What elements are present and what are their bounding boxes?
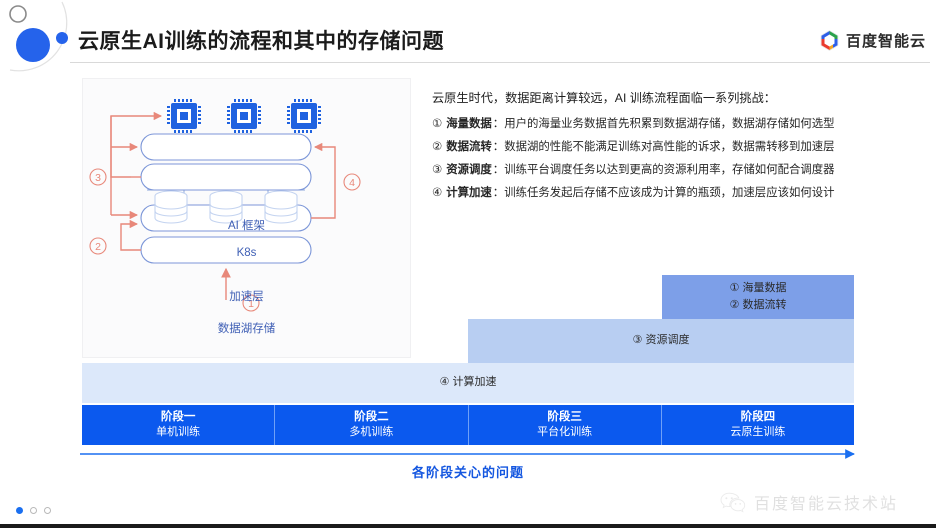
pager-dots[interactable] — [16, 507, 51, 514]
page-title: 云原生AI训练的流程和其中的存储问题 — [78, 25, 444, 55]
pager-dot-3[interactable] — [44, 507, 51, 514]
stage-name-3: 阶段三 — [547, 409, 582, 426]
stage-name-4: 阶段四 — [741, 409, 776, 426]
chip-icon-group — [167, 99, 321, 133]
staircase-step-bottom: ④ 计算加速 — [82, 363, 854, 403]
stage-cell-2[interactable]: 阶段二 多机训练 — [275, 405, 468, 445]
diagram-layer-label-k8s: K8s — [83, 247, 410, 259]
challenge-sep-1: ： — [493, 115, 504, 131]
brand-name: 百度智能云 — [846, 30, 926, 51]
challenge-text-4: 训练任务发起后存储不应该成为计算的瓶颈，加速层应该如何设计 — [504, 184, 834, 200]
stage-cell-1[interactable]: 阶段一 单机训练 — [82, 405, 275, 445]
svg-text:4: 4 — [349, 177, 355, 189]
header-divider — [70, 62, 930, 63]
progression-arrow-svg — [78, 447, 868, 461]
header: 云原生AI训练的流程和其中的存储问题 百度智能云 — [0, 0, 936, 70]
staircase-step-top-line-1: ① 海量数据 — [730, 280, 787, 297]
challenge-sep-2: ： — [493, 138, 504, 154]
bottom-frame-edge — [0, 524, 936, 528]
challenge-item-1: ① 海量数据 ： 用户的海量业务数据首先积累到数据湖存储，数据湖存储如何选型 — [432, 115, 932, 131]
stage-bar: 阶段一 单机训练 阶段二 多机训练 阶段三 平台化训练 阶段四 云原生训练 — [82, 405, 854, 445]
staircase-step-bottom-line-1: ④ 计算加速 — [440, 374, 497, 391]
brand-logo: 百度智能云 — [820, 30, 926, 51]
challenge-sep-3: ： — [493, 161, 504, 177]
stage-name-1: 阶段一 — [161, 409, 196, 426]
staircase-step-top: ① 海量数据 ② 数据流转 — [662, 275, 854, 319]
challenge-item-4: ④ 计算加速 ： 训练任务发起后存储不应该成为计算的瓶颈，加速层应该如何设计 — [432, 184, 932, 200]
staircase-step-top-line-2: ② 数据流转 — [730, 297, 787, 314]
stage-cell-4[interactable]: 阶段四 云原生训练 — [662, 405, 854, 445]
challenge-item-3: ③ 资源调度 ： 训练平台调度任务以达到更高的资源利用率，存储如何配合调度器 — [432, 161, 932, 177]
challenge-number-2: ② — [432, 139, 442, 153]
bottom-caption: 各阶段关心的问题 — [0, 462, 936, 481]
stage-sub-4: 云原生训练 — [730, 425, 785, 441]
pager-dot-2[interactable] — [30, 507, 37, 514]
pager-dot-1[interactable] — [16, 507, 23, 514]
diagram-layer-label-ai-framework: AI 框架 — [83, 217, 410, 233]
stage-sub-1: 单机训练 — [156, 425, 200, 441]
challenge-text-3: 训练平台调度任务以达到更高的资源利用率，存储如何配合调度器 — [504, 161, 834, 177]
challenge-key-1: 海量数据 — [446, 115, 492, 131]
challenge-number-3: ③ — [432, 162, 442, 176]
challenge-text-2: 数据湖的性能不能满足训练对高性能的诉求，数据需转移到加速层 — [504, 138, 834, 154]
challenge-sep-4: ： — [493, 184, 504, 200]
challenge-text-1: 用户的海量业务数据首先积累到数据湖存储，数据湖存储如何选型 — [504, 115, 834, 131]
staircase-chart: ① 海量数据 ② 数据流转 ③ 资源调度 ④ 计算加速 — [82, 275, 854, 403]
stage-sub-3: 平台化训练 — [537, 425, 592, 441]
svg-text:3: 3 — [95, 172, 101, 184]
challenge-key-2: 数据流转 — [446, 138, 492, 154]
challenges-block: 云原生时代，数据距离计算较远，AI 训练流程面临一系列挑战： ① 海量数据 ： … — [432, 88, 932, 207]
challenge-number-1: ① — [432, 116, 442, 130]
challenge-number-4: ④ — [432, 185, 442, 199]
watermark-text: 百度智能云技术站 — [754, 490, 898, 514]
stage-cell-3[interactable]: 阶段三 平台化训练 — [469, 405, 662, 445]
challenge-key-4: 计算加速 — [446, 184, 492, 200]
watermark: 百度智能云技术站 — [720, 490, 898, 514]
wechat-icon — [720, 491, 746, 513]
baidu-cloud-hexagon-icon — [820, 30, 839, 51]
stage-sub-2: 多机训练 — [349, 425, 393, 441]
challenge-item-2: ② 数据流转 ： 数据湖的性能不能满足训练对高性能的诉求，数据需转移到加速层 — [432, 138, 932, 154]
challenges-intro: 云原生时代，数据距离计算较远，AI 训练流程面临一系列挑战： — [432, 88, 932, 106]
staircase-step-mid-line-1: ③ 资源调度 — [633, 332, 690, 349]
stage-name-2: 阶段二 — [354, 409, 389, 426]
staircase-step-mid: ③ 资源调度 — [468, 319, 854, 363]
challenge-key-3: 资源调度 — [446, 161, 492, 177]
